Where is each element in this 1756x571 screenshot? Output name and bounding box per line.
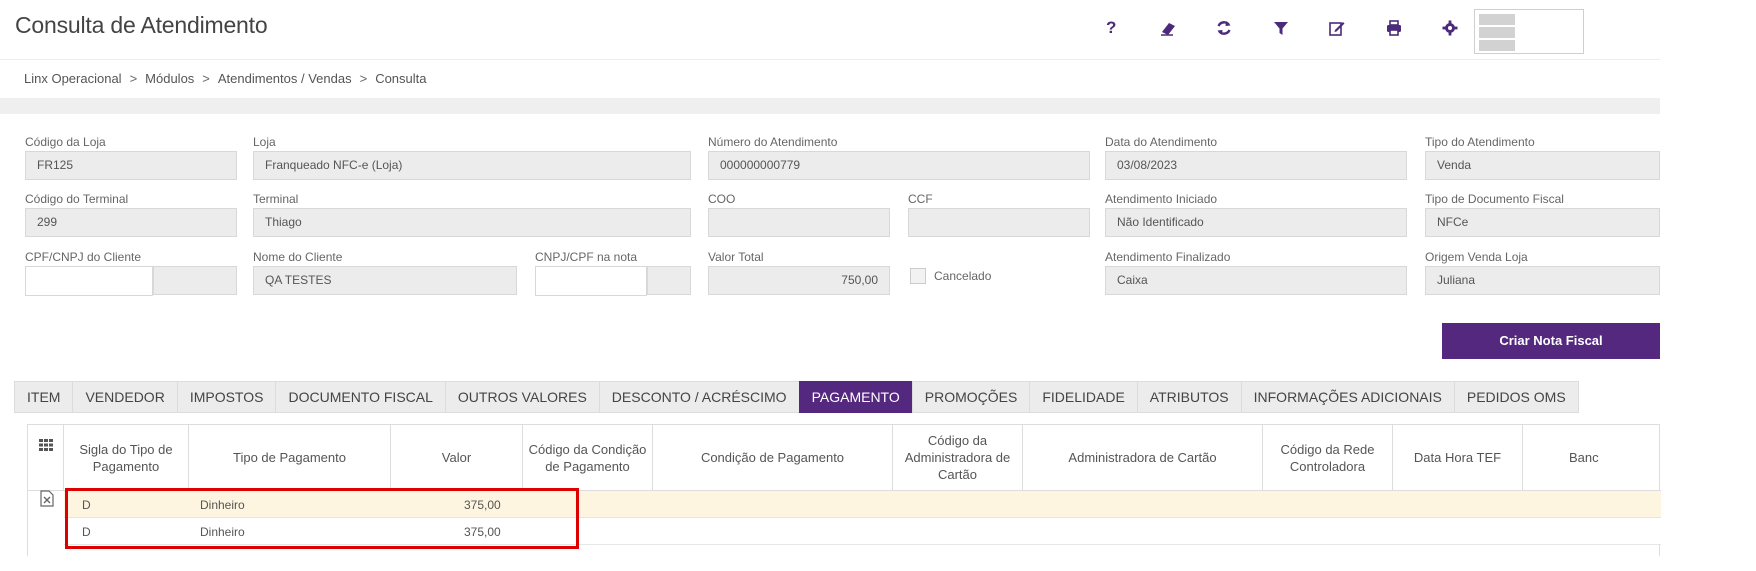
column-header[interactable]: Data Hora TEF — [1393, 425, 1523, 491]
tab-documento-fiscal[interactable]: DOCUMENTO FISCAL — [275, 381, 446, 413]
column-header[interactable]: Tipo de Pagamento — [189, 425, 391, 491]
tab-promocoes[interactable]: PROMOÇÕES — [911, 381, 1031, 413]
tipo-atendimento-label: Tipo do Atendimento — [1425, 135, 1535, 149]
tipo-documento-fiscal-label: Tipo de Documento Fiscal — [1425, 192, 1564, 206]
column-header[interactable]: Valor — [391, 425, 523, 491]
annotation-highlight-box — [65, 488, 579, 549]
column-header[interactable]: Código da Administradora de Cartão — [893, 425, 1023, 491]
toolbar: ? — [1083, 14, 1479, 42]
column-chooser-icon[interactable] — [28, 425, 64, 491]
tipo-documento-fiscal-field[interactable]: NFCe — [1425, 208, 1660, 237]
valor-total-field[interactable]: 750,00 — [708, 266, 890, 295]
numero-atendimento-field[interactable]: 000000000779 — [708, 151, 1090, 180]
column-header[interactable]: Banc — [1523, 425, 1661, 491]
terminal-field[interactable]: Thiago — [253, 208, 691, 237]
atendimento-finalizado-field[interactable]: Caixa — [1105, 266, 1407, 295]
breadcrumb-item[interactable]: Atendimentos / Vendas — [218, 71, 352, 86]
cpf-cliente-field[interactable] — [25, 266, 153, 296]
edit-icon[interactable] — [1309, 14, 1366, 42]
tab-bar: ITEM VENDEDOR IMPOSTOS DOCUMENTO FISCAL … — [14, 381, 1579, 413]
atendimento-finalizado-label: Atendimento Finalizado — [1105, 250, 1231, 264]
breadcrumb: Linx Operacional > Módulos > Atendimento… — [24, 71, 427, 86]
breadcrumb-separator: > — [129, 71, 138, 86]
help-icon[interactable]: ? — [1083, 14, 1140, 42]
cpf-nota-aux-field[interactable] — [647, 266, 691, 295]
tab-outros-valores[interactable]: OUTROS VALORES — [444, 381, 600, 413]
numero-atendimento-label: Número do Atendimento — [708, 135, 838, 149]
cancelado-checkbox[interactable] — [910, 268, 926, 284]
gear-icon[interactable] — [1422, 14, 1479, 42]
breadcrumb-separator: > — [359, 71, 368, 86]
breadcrumb-item[interactable]: Módulos — [145, 71, 194, 86]
criar-nota-fiscal-button[interactable]: Criar Nota Fiscal — [1442, 323, 1660, 359]
cpf-cliente-label: CPF/CNPJ do Cliente — [25, 250, 142, 264]
tab-pagamento[interactable]: PAGAMENTO — [798, 381, 913, 413]
tipo-atendimento-field[interactable]: Venda — [1425, 151, 1660, 180]
codigo-loja-field[interactable]: FR125 — [25, 151, 237, 180]
cpf-cliente-aux-field[interactable] — [153, 266, 237, 295]
origem-venda-loja-field[interactable]: Juliana — [1425, 266, 1660, 295]
nome-cliente-label: Nome do Cliente — [253, 250, 343, 264]
valor-total-label: Valor Total — [708, 250, 764, 264]
page-header: Consulta de Atendimento ? — [0, 0, 1756, 58]
origem-venda-loja-label: Origem Venda Loja — [1425, 250, 1528, 264]
breadcrumb-item[interactable]: Linx Operacional — [24, 71, 122, 86]
tab-pedidos-oms[interactable]: PEDIDOS OMS — [1453, 381, 1579, 413]
refresh-icon[interactable] — [1196, 14, 1253, 42]
terminal-label: Terminal — [253, 192, 299, 206]
data-atendimento-label: Data do Atendimento — [1105, 135, 1218, 149]
filter-icon[interactable] — [1253, 14, 1310, 42]
cpf-nota-label: CNPJ/CPF na nota — [535, 250, 638, 264]
column-header[interactable]: Condição de Pagamento — [653, 425, 893, 491]
column-header[interactable]: Administradora de Cartão — [1023, 425, 1263, 491]
export-excel-icon[interactable] — [40, 490, 54, 507]
cancelado-label: Cancelado — [934, 269, 992, 283]
atendimento-iniciado-label: Atendimento Iniciado — [1105, 192, 1218, 206]
tab-desconto-acrescimo[interactable]: DESCONTO / ACRÉSCIMO — [598, 381, 800, 413]
tab-vendedor[interactable]: VENDEDOR — [72, 381, 178, 413]
page-title: Consulta de Atendimento — [15, 12, 268, 38]
cpf-nota-field[interactable] — [535, 266, 647, 296]
atendimento-iniciado-field[interactable]: Não Identificado — [1105, 208, 1407, 237]
ccf-label: CCF — [908, 192, 933, 206]
tab-fidelidade[interactable]: FIDELIDADE — [1029, 381, 1138, 413]
coo-label: COO — [708, 192, 736, 206]
nome-cliente-field[interactable]: QA TESTES — [253, 266, 517, 295]
eraser-icon[interactable] — [1140, 14, 1197, 42]
grid-header: Sigla do Tipo de Pagamento Tipo de Pagam… — [28, 425, 1661, 491]
column-header[interactable]: Código da Condição de Pagamento — [523, 425, 653, 491]
column-header[interactable]: Código da Rede Controladora — [1263, 425, 1393, 491]
print-icon[interactable] — [1366, 14, 1423, 42]
breadcrumb-separator: > — [202, 71, 210, 86]
column-header[interactable]: Sigla do Tipo de Pagamento — [64, 425, 189, 491]
section-divider — [0, 98, 1660, 114]
tab-atributos[interactable]: ATRIBUTOS — [1136, 381, 1242, 413]
codigo-terminal-label: Código do Terminal — [25, 192, 129, 206]
loja-field[interactable]: Franqueado NFC-e (Loja) — [253, 151, 691, 180]
breadcrumb-item[interactable]: Consulta — [375, 71, 426, 86]
breadcrumb-bar: Linx Operacional > Módulos > Atendimento… — [0, 59, 1660, 97]
ccf-field[interactable] — [908, 208, 1090, 237]
user-avatar-box[interactable] — [1474, 9, 1584, 54]
codigo-loja-label: Código da Loja — [25, 135, 106, 149]
codigo-terminal-field[interactable]: 299 — [25, 208, 237, 237]
tab-item[interactable]: ITEM — [14, 381, 74, 413]
coo-field[interactable] — [708, 208, 890, 237]
loja-label: Loja — [253, 135, 276, 149]
tab-impostos[interactable]: IMPOSTOS — [176, 381, 277, 413]
tab-informacoes-adicionais[interactable]: INFORMAÇÕES ADICIONAIS — [1240, 381, 1455, 413]
data-atendimento-field[interactable]: 03/08/2023 — [1105, 151, 1407, 180]
help-label: ? — [1106, 18, 1117, 37]
